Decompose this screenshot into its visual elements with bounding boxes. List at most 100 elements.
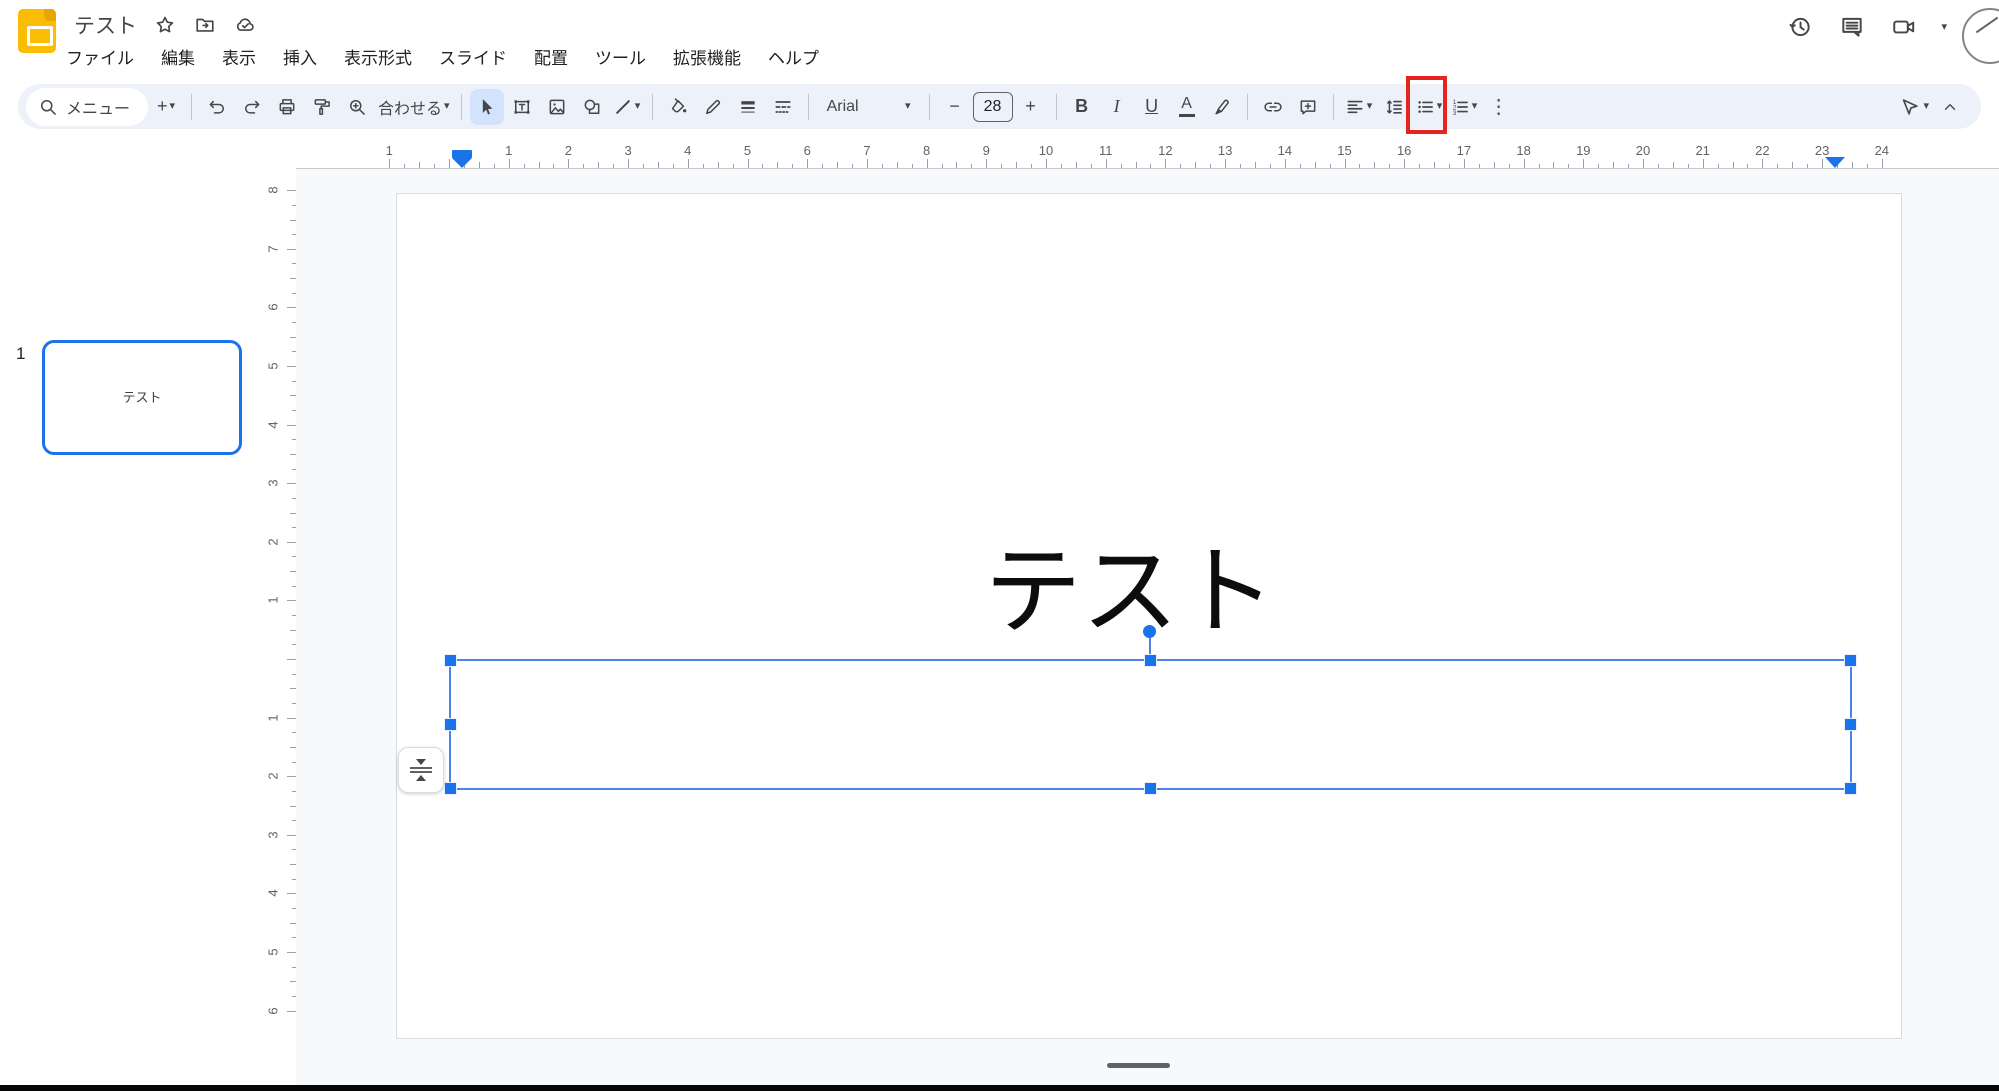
- ruler-tick: [287, 366, 296, 367]
- divider: [808, 94, 809, 120]
- bold-button[interactable]: B: [1065, 89, 1099, 125]
- underline-button[interactable]: U: [1135, 89, 1169, 125]
- document-title[interactable]: テスト: [74, 10, 137, 40]
- border-weight-button[interactable]: [731, 89, 765, 125]
- slide-thumbnail[interactable]: テスト: [42, 340, 242, 455]
- border-color-icon: [703, 97, 723, 117]
- resize-handle-s[interactable]: [1144, 782, 1157, 795]
- font-family-select[interactable]: Arial ▾: [817, 89, 921, 125]
- indent-marker[interactable]: [452, 150, 472, 168]
- select-tool-button[interactable]: [470, 89, 504, 125]
- fit-zoom-button[interactable]: 合わせる ▾: [375, 89, 453, 125]
- speaker-notes-drag-handle[interactable]: [1107, 1063, 1170, 1068]
- insert-shape-button[interactable]: [575, 89, 609, 125]
- resize-handle-ne[interactable]: [1844, 654, 1857, 667]
- thumbnail-title-text: テスト: [45, 387, 239, 406]
- cloud-saved-icon[interactable]: [230, 10, 260, 40]
- ruler-number: 20: [1636, 143, 1650, 158]
- increase-font-size-button[interactable]: +: [1014, 89, 1048, 125]
- insert-link-icon: [1263, 97, 1283, 117]
- fill-color-button[interactable]: [661, 89, 695, 125]
- resize-handle-sw[interactable]: [444, 782, 457, 795]
- insert-link-button[interactable]: [1256, 89, 1290, 125]
- menu-表示[interactable]: 表示: [222, 44, 256, 69]
- ruler-tick: [1345, 159, 1346, 168]
- menu-ツール[interactable]: ツール: [595, 44, 646, 69]
- ruler-number: 2: [266, 538, 281, 545]
- redo-button[interactable]: [235, 89, 269, 125]
- ruler-tick: [287, 893, 296, 894]
- align-icon: [1345, 97, 1365, 117]
- ruler-tick: [628, 159, 629, 168]
- right-indent-marker[interactable]: [1825, 157, 1845, 168]
- rotation-handle[interactable]: [1143, 625, 1156, 638]
- plus-icon: +: [1025, 96, 1036, 117]
- presenter-select-button[interactable]: ▾: [1896, 89, 1932, 125]
- menu-ヘルプ[interactable]: ヘルプ: [768, 44, 819, 69]
- resize-handle-se[interactable]: [1844, 782, 1857, 795]
- undo-icon: [207, 97, 227, 117]
- google-slides-logo[interactable]: [18, 9, 56, 53]
- account-avatar[interactable]: [1962, 8, 1999, 64]
- ruler-tick: [1046, 159, 1047, 168]
- line-spacing-button[interactable]: [1377, 89, 1411, 125]
- highlight-color-button[interactable]: [1205, 89, 1239, 125]
- text-box-icon: [512, 97, 532, 117]
- hide-menus-button[interactable]: [1933, 89, 1967, 125]
- search-label: メニュー: [66, 95, 130, 119]
- italic-button[interactable]: I: [1100, 89, 1134, 125]
- autofit-options-button[interactable]: [398, 747, 444, 793]
- border-dash-button[interactable]: [766, 89, 800, 125]
- ruler-number: 8: [266, 187, 281, 194]
- resize-handle-n[interactable]: [1144, 654, 1157, 667]
- resize-handle-w[interactable]: [444, 718, 457, 731]
- ruler-number: 14: [1278, 143, 1292, 158]
- ruler-number: 5: [744, 143, 751, 158]
- menu-ファイル[interactable]: ファイル: [66, 44, 134, 69]
- comments-icon[interactable]: [1837, 12, 1867, 42]
- undo-button[interactable]: [200, 89, 234, 125]
- ruler-number: 8: [923, 143, 930, 158]
- decrease-font-size-button[interactable]: −: [938, 89, 972, 125]
- insert-shape-icon: [582, 97, 602, 117]
- bulleted-list-button[interactable]: ▾: [1412, 89, 1446, 125]
- new-slide-button[interactable]: + ▾: [149, 89, 183, 125]
- fit-label: 合わせる: [378, 95, 442, 119]
- add-comment-button[interactable]: [1291, 89, 1325, 125]
- ruler-tick: [1822, 159, 1823, 168]
- move-folder-icon[interactable]: [190, 10, 220, 40]
- highlight-pen-icon: [1212, 97, 1232, 117]
- meet-caret-icon[interactable]: ▾: [1941, 22, 1947, 33]
- insert-line-button[interactable]: ▾: [610, 89, 644, 125]
- text-color-button[interactable]: A: [1170, 89, 1204, 125]
- slide-title-text[interactable]: テスト: [985, 512, 1276, 653]
- meet-video-icon[interactable]: [1889, 12, 1919, 42]
- border-color-button[interactable]: [696, 89, 730, 125]
- menu-スライド[interactable]: スライド: [439, 44, 507, 69]
- svg-text:3: 3: [1453, 110, 1457, 117]
- ruler-number: 13: [1218, 143, 1232, 158]
- resize-handle-e[interactable]: [1844, 718, 1857, 731]
- paint-format-button[interactable]: [305, 89, 339, 125]
- align-button[interactable]: ▾: [1342, 89, 1376, 125]
- print-button[interactable]: [270, 89, 304, 125]
- ruler-tick: [389, 159, 390, 168]
- font-size-input[interactable]: 28: [973, 92, 1013, 122]
- menu-挿入[interactable]: 挿入: [283, 44, 317, 69]
- numbered-list-button[interactable]: 123 ▾: [1447, 89, 1481, 125]
- search-menus-button[interactable]: メニュー: [26, 88, 148, 126]
- menu-拡張機能[interactable]: 拡張機能: [673, 44, 741, 69]
- version-history-icon[interactable]: [1785, 12, 1815, 42]
- resize-handle-nw[interactable]: [444, 654, 457, 667]
- menu-編集[interactable]: 編集: [161, 44, 195, 69]
- menu-表示形式[interactable]: 表示形式: [344, 44, 412, 69]
- star-icon[interactable]: [150, 10, 180, 40]
- menu-配置[interactable]: 配置: [534, 44, 568, 69]
- zoom-button[interactable]: [340, 89, 374, 125]
- selected-text-box[interactable]: [449, 659, 1852, 790]
- ruler-tick: [748, 159, 749, 168]
- more-options-button[interactable]: ⋮: [1482, 89, 1516, 125]
- insert-image-button[interactable]: [540, 89, 574, 125]
- text-box-button[interactable]: [505, 89, 539, 125]
- paint-format-icon: [312, 97, 332, 117]
